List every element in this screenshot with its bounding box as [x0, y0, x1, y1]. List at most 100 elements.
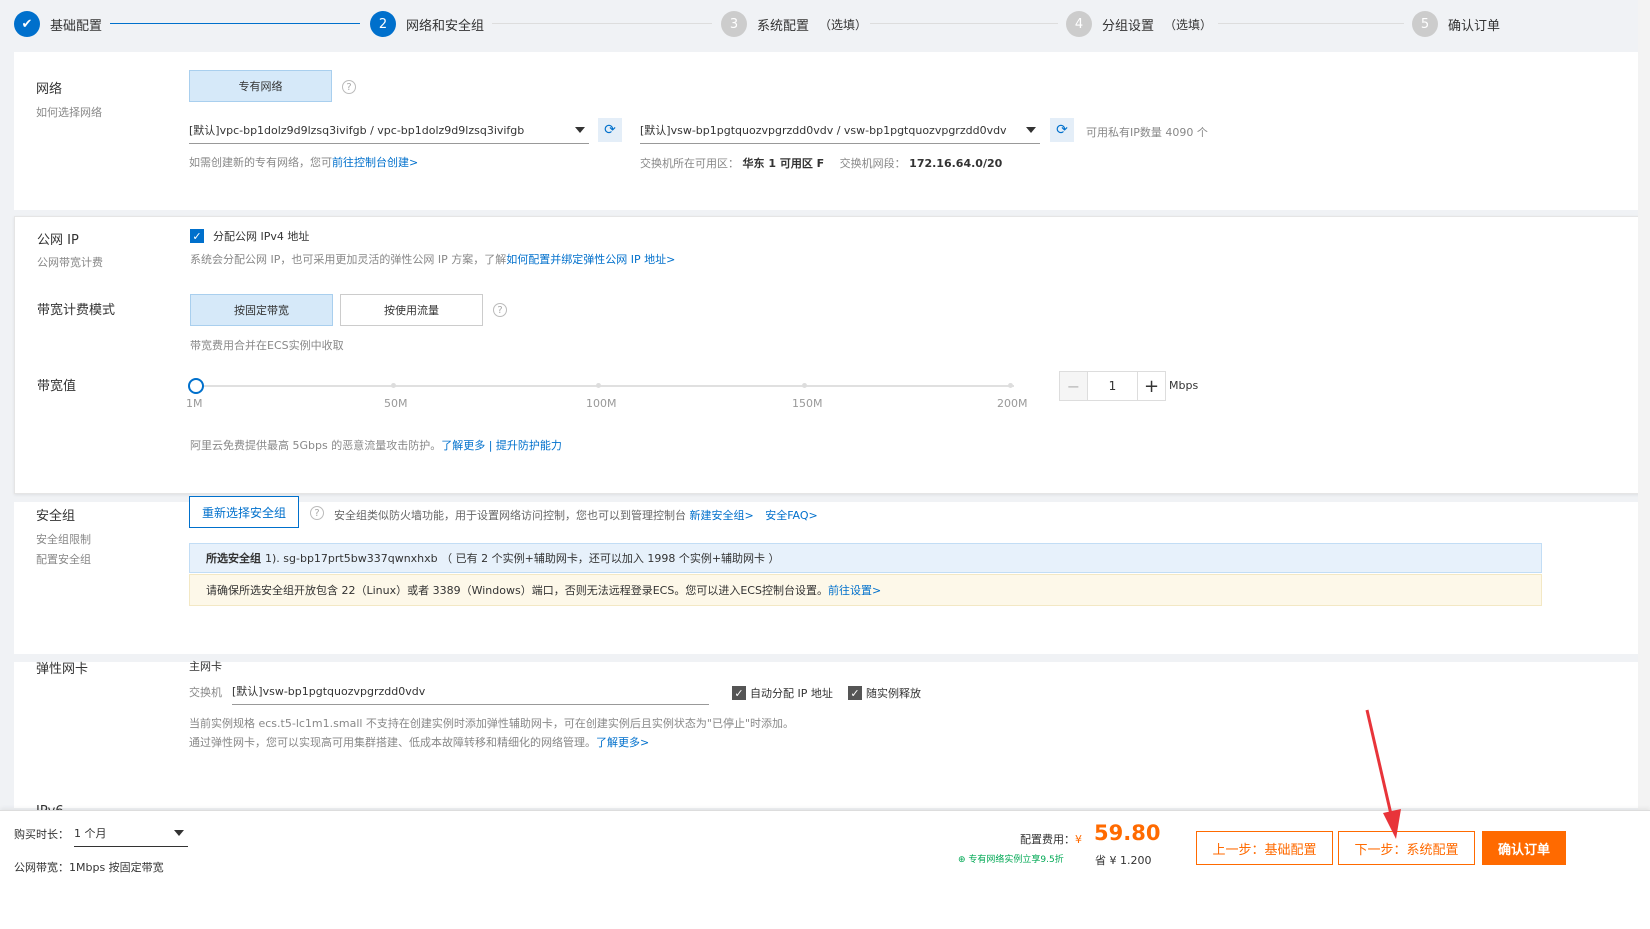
create-vpc-link[interactable]: 前往控制台创建>	[332, 156, 418, 169]
duration-label: 购买时长：	[14, 828, 69, 841]
learn-more-link[interactable]: 了解更多	[441, 439, 485, 452]
step-network[interactable]: 2 网络和安全组	[370, 11, 484, 37]
step-confirm[interactable]: 5 确认订单	[1412, 11, 1500, 37]
step-connector	[492, 23, 712, 24]
public-ip-panel: 公网 IP 公网带宽计费 ✓ 分配公网 IPv4 地址 系统会分配公网 IP，也…	[14, 216, 1650, 494]
tick-label: 100M	[586, 397, 617, 410]
promo-label: 专有网络实例立享9.5折	[968, 855, 1064, 865]
bandwidth-value[interactable]: 1	[1088, 372, 1137, 400]
slider-handle[interactable]	[188, 378, 204, 394]
step-connector	[1218, 23, 1404, 24]
primary-nic-label: 主网卡	[189, 660, 222, 673]
new-security-group-link[interactable]: 新建安全组>	[690, 509, 754, 522]
currency-symbol: ¥	[1075, 833, 1082, 846]
assign-ip-hint: 系统会分配公网 IP，也可采用更加灵活的弹性公网 IP 方案，了解如何配置并绑定…	[190, 251, 675, 267]
bandwidth-summary: 公网带宽：1Mbps 按固定带宽	[14, 861, 164, 874]
auto-ip-checkbox[interactable]: ✓	[732, 686, 746, 700]
section-title: 网络	[36, 82, 63, 97]
section-title: 公网 IP	[37, 233, 79, 248]
bandwidth-stepper[interactable]: − 1 +	[1059, 371, 1166, 401]
step-basic[interactable]: ✔ 基础配置	[14, 11, 102, 37]
promo-text: ⊕ 专有网络实例立享9.5折	[958, 852, 1064, 865]
sg-hint-text: 安全组类似防火墙功能，用于设置网络访问控制，您也可以到管理控制台	[334, 509, 686, 522]
selected-sg-label: 所选安全组	[206, 552, 261, 565]
sg-hint: 安全组类似防火墙功能，用于设置网络访问控制，您也可以到管理控制台 新建安全组> …	[334, 507, 818, 523]
duration-select[interactable]: 1 个月	[74, 819, 188, 847]
step-group[interactable]: 4 分组设置 （选填）	[1066, 11, 1212, 37]
auto-ip-label: 自动分配 IP 地址	[750, 687, 833, 700]
help-icon[interactable]: ?	[342, 80, 356, 94]
go-settings-link[interactable]: 前往设置>	[828, 582, 881, 598]
price-value: 59.80	[1094, 821, 1161, 845]
scrollbar[interactable]	[1638, 0, 1650, 810]
vswitch-select[interactable]: [默认]vsw-bp1pgtquozvpgrzdd0vdv / vsw-bp1p…	[640, 116, 1040, 144]
tick-label: 200M	[997, 397, 1028, 410]
plus-button[interactable]: +	[1137, 372, 1165, 400]
ddos-hint: 阿里云免费提供最高 5Gbps 的恶意流量攻击防护。了解更多 | 提升防护能力	[190, 437, 562, 453]
step-number: 2	[370, 11, 396, 37]
confirm-order-button[interactable]: 确认订单	[1482, 831, 1566, 865]
eni-note-2-text: 通过弹性网卡，您可以实现高可用集群搭建、低成本故障转移和精细化的网络管理。	[189, 736, 596, 749]
step-connector	[110, 23, 360, 24]
release-with-instance-checkbox[interactable]: ✓	[848, 686, 862, 700]
sg-warning-text: 请确保所选安全组开放包含 22（Linux）或者 3389（Windows）端口…	[206, 584, 828, 597]
step-label: 网络和安全组	[406, 18, 485, 34]
step-system[interactable]: 3 系统配置 （选填）	[721, 11, 867, 37]
sg-limit-link[interactable]: 安全组限制	[36, 531, 91, 547]
prev-step-button[interactable]: 上一步：基础配置	[1196, 831, 1333, 865]
vpc-select-value: [默认]vpc-bp1dolz9d9lzsq3ivifgb / vpc-bp1d…	[189, 123, 525, 137]
minus-button[interactable]: −	[1060, 372, 1088, 400]
help-icon[interactable]: ?	[310, 506, 324, 520]
vpc-select[interactable]: [默认]vpc-bp1dolz9d9lzsq3ivifgb / vpc-bp1d…	[189, 116, 589, 144]
step-label: 系统配置	[757, 18, 810, 34]
assign-ipv4-checkbox[interactable]: ✓	[190, 229, 204, 243]
chevron-down-icon	[1026, 127, 1036, 133]
sg-config-link[interactable]: 配置安全组	[36, 551, 91, 567]
step-optional: （选填）	[819, 17, 868, 32]
refresh-icon[interactable]: ⟳	[1050, 118, 1074, 142]
security-faq-link[interactable]: 安全FAQ>	[765, 509, 818, 522]
section-title: 安全组	[36, 509, 76, 524]
pay-by-traffic-button[interactable]: 按使用流量	[340, 294, 483, 326]
step-connector	[870, 23, 1058, 24]
step-number: 3	[721, 11, 747, 37]
chevron-down-icon	[575, 127, 585, 133]
step-optional: （选填）	[1164, 17, 1213, 32]
network-panel: 网络 如何选择网络 专有网络 ? [默认]vpc-bp1dolz9d9lzsq3…	[14, 52, 1650, 210]
zone-label: 交换机所在可用区：	[640, 157, 739, 170]
eni-switch-value: [默认]vsw-bp1pgtquozvpgrzdd0vdv	[232, 684, 426, 698]
section-subtitle: 公网带宽计费	[37, 256, 103, 269]
switch-label: 交换机	[189, 686, 222, 699]
eni-note-1: 当前实例规格 ecs.t5-lc1m1.small 不支持在创建实例时添加弹性辅…	[189, 717, 795, 730]
improve-protection-link[interactable]: 提升防护能力	[496, 439, 562, 452]
slider-tick	[1008, 383, 1013, 388]
chevron-down-icon	[174, 830, 184, 836]
cost-label-text: 配置费用：	[1020, 833, 1075, 846]
eni-note-2: 通过弹性网卡，您可以实现高可用集群搭建、低成本故障转移和精细化的网络管理。了解更…	[189, 734, 649, 750]
how-to-choose-network-link[interactable]: 如何选择网络	[36, 104, 102, 120]
savings-text: 省 ¥ 1.200	[1095, 854, 1152, 867]
step-label: 确认订单	[1448, 18, 1501, 34]
refresh-icon[interactable]: ⟳	[598, 118, 622, 142]
tick-label: 150M	[792, 397, 823, 410]
eni-learn-more-link[interactable]: 了解更多>	[596, 736, 649, 749]
fixed-bandwidth-button[interactable]: 按固定带宽	[190, 294, 333, 326]
slider-track	[196, 385, 1014, 387]
eip-config-link[interactable]: 如何配置并绑定弹性公网 IP 地址>	[506, 253, 675, 266]
selected-sg-bar: 所选安全组 1). sg-bp17prt5bw337qwnxhxb （ 已有 2…	[189, 543, 1542, 573]
sg-warning-bar: 请确保所选安全组开放包含 22（Linux）或者 3389（Windows）端口…	[189, 574, 1542, 606]
assign-ipv4-label: 分配公网 IPv4 地址	[213, 230, 310, 243]
tick-label: 50M	[384, 397, 408, 410]
coupon-icon: ⊕	[958, 855, 966, 865]
release-label: 随实例释放	[866, 687, 921, 700]
zone-value: 华东 1 可用区 F	[742, 157, 825, 170]
steps-bar: ✔ 基础配置 2 网络和安全组 3 系统配置 （选填） 4 分组设置 （选填） …	[0, 0, 1650, 48]
vswitch-info: 交换机所在可用区： 华东 1 可用区 F 交换机网段： 172.16.64.0/…	[640, 155, 1002, 171]
slider-tick	[802, 383, 807, 388]
billing-mode-title: 带宽计费模式	[37, 303, 116, 318]
help-icon[interactable]: ?	[493, 303, 507, 317]
link-separator: |	[485, 439, 496, 452]
section-title: 弹性网卡	[36, 662, 89, 677]
vpc-type-button[interactable]: 专有网络	[189, 70, 332, 102]
reselect-security-group-button[interactable]: 重新选择安全组	[189, 496, 299, 528]
